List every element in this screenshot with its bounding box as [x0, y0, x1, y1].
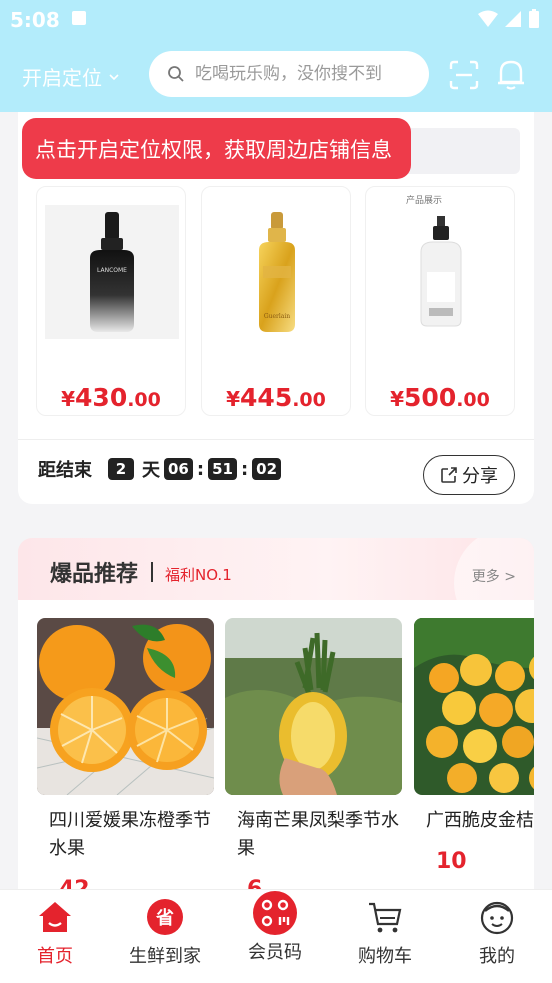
hot-product-2[interactable]: 海南芒果凤梨季节水果 6	[225, 618, 402, 900]
more-link[interactable]: 更多 >	[472, 566, 516, 586]
hot-product-3[interactable]: 广西脆皮金桔水果 10	[414, 618, 534, 874]
cart-icon	[369, 902, 402, 933]
share-button[interactable]: 分享	[423, 455, 515, 495]
bell-icon[interactable]	[495, 57, 527, 91]
product-price-3: ¥500.00	[390, 383, 490, 412]
countdown-timer: 距结束 2 天 06 : 51 : 02	[38, 456, 282, 482]
serum-bottle-gold: Guerlain	[259, 212, 295, 332]
tab-label: 会员码	[248, 942, 302, 963]
section-title: 爆品推荐	[50, 562, 139, 587]
countdown-minutes: 51	[208, 458, 237, 480]
notification-a-icon	[72, 11, 86, 25]
hot-products-list: 四川爱媛果冻橙季节水果 42 海南芒果凤梨季节水果 6	[18, 600, 534, 900]
scan-icon[interactable]	[449, 60, 479, 90]
chevron-down-icon	[109, 73, 119, 80]
product-card-3[interactable]: 产品展示 ¥500.00	[365, 186, 515, 416]
share-icon	[441, 467, 457, 483]
location-permission-tooltip[interactable]: 点击开启定位权限，获取周边店铺信息	[22, 118, 411, 179]
status-bar: 5:08	[0, 0, 552, 40]
product-price-1: ¥430.00	[61, 383, 161, 412]
serum-bottle-white	[420, 216, 462, 327]
tooltip-text: 点击开启定位权限，获取周边店铺信息	[35, 137, 392, 162]
top-header: 开启定位	[0, 40, 552, 112]
orange-image	[37, 618, 214, 795]
tab-label: 首页	[37, 946, 73, 967]
hot-product-1[interactable]: 四川爱媛果冻橙季节水果 42	[37, 618, 214, 900]
countdown-days: 2	[108, 458, 134, 480]
product-name: 海南芒果凤梨季节水果	[237, 810, 399, 859]
countdown-hours: 06	[164, 458, 193, 480]
tab-label: 我的	[479, 946, 515, 967]
serum-bottle-black: LANCOME	[90, 212, 134, 332]
save-badge-icon: 省	[147, 899, 183, 935]
tab-member-code[interactable]: 会员码	[220, 890, 330, 983]
tab-fresh[interactable]: 省 生鲜到家	[110, 890, 220, 983]
countdown-day-unit: 天	[142, 460, 160, 481]
svg-text:Guerlain: Guerlain	[264, 313, 290, 320]
product-price: 10	[436, 849, 467, 874]
tab-cart[interactable]: 购物车	[330, 890, 440, 983]
system-icons	[478, 9, 540, 29]
profile-icon	[480, 901, 514, 935]
status-time: 5:08	[10, 8, 60, 32]
location-selector[interactable]: 开启定位	[22, 62, 120, 91]
search-box[interactable]	[149, 51, 429, 97]
divider	[18, 439, 534, 440]
bottom-tab-bar: 首页 省 生鲜到家 会员码 购物车 我的	[0, 889, 552, 983]
product-name: 广西脆皮金桔水果	[426, 810, 534, 831]
location-label: 开启定位	[22, 66, 102, 90]
hot-section-header: 爆品推荐 福利NO.1 更多 >	[18, 538, 534, 600]
countdown-seconds: 02	[252, 458, 282, 480]
search-icon	[168, 66, 184, 82]
product-image-1: LANCOME	[45, 205, 179, 339]
svg-text:LANCOME: LANCOME	[97, 267, 127, 274]
product-price-2: ¥445.00	[226, 383, 326, 412]
tab-home[interactable]: 首页	[0, 890, 110, 983]
tab-label: 生鲜到家	[129, 946, 201, 967]
countdown-label: 距结束	[38, 460, 92, 481]
product-card-1[interactable]: LANCOME ¥430.00	[36, 186, 186, 416]
product-image-3	[374, 205, 508, 339]
product-image-2: Guerlain	[210, 205, 344, 339]
share-label: 分享	[462, 466, 498, 487]
member-code-icon	[253, 891, 297, 935]
pineapple-image	[225, 618, 402, 795]
kumquat-image	[414, 618, 534, 795]
home-icon	[39, 902, 71, 932]
wifi-icon	[478, 10, 498, 27]
product-card-2[interactable]: Guerlain ¥445.00	[201, 186, 351, 416]
tab-profile[interactable]: 我的	[442, 890, 552, 983]
svg-text:省: 省	[155, 907, 174, 929]
section-subtitle: 福利NO.1	[165, 566, 232, 584]
product-name: 四川爱媛果冻橙季节水果	[49, 810, 211, 859]
tab-label: 购物车	[358, 946, 412, 967]
battery-icon	[529, 9, 539, 28]
signal-icon	[505, 11, 521, 27]
search-input[interactable]	[195, 64, 415, 84]
